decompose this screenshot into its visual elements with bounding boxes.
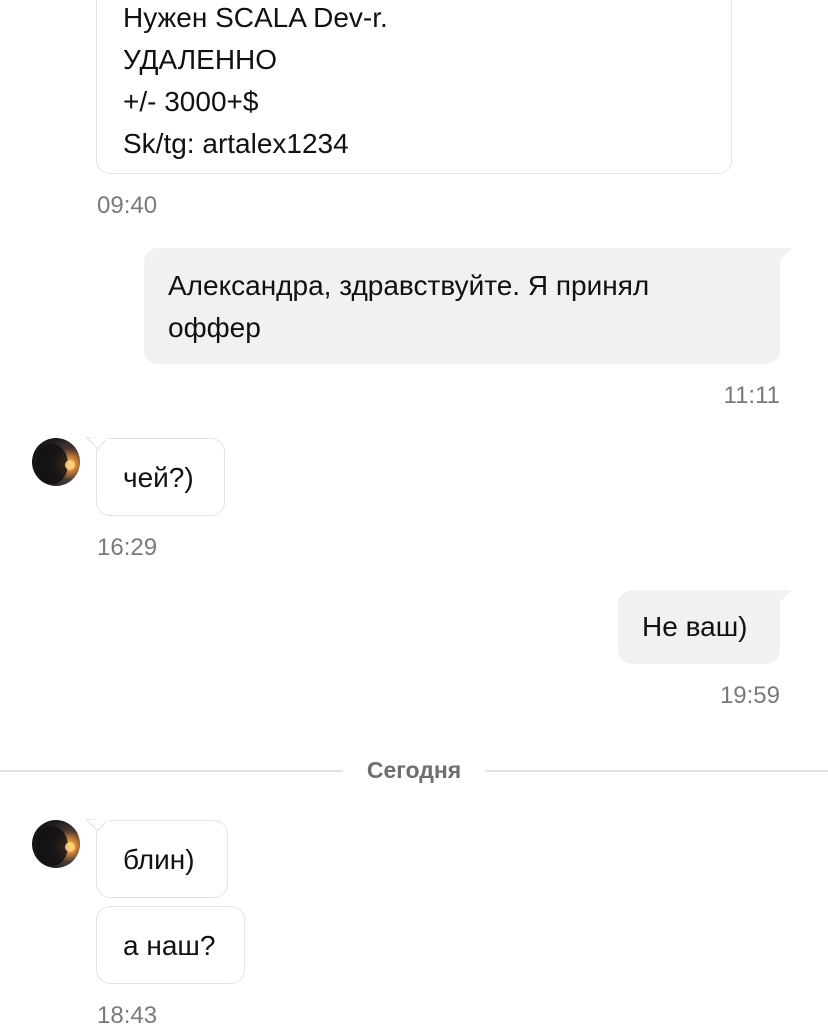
message-bubble-outgoing[interactable]: Не ваш)	[618, 590, 780, 664]
message-text-line: чей?)	[123, 462, 194, 493]
message-bubble-incoming[interactable]: а наш?	[96, 906, 245, 984]
bubble-tail-icon	[86, 819, 108, 831]
message-text-line: +/- 3000+$	[123, 86, 259, 117]
contact-avatar[interactable]	[32, 438, 80, 486]
message-bubble-outgoing[interactable]: Александра, здравствуйте. Я принял оффер	[144, 248, 780, 364]
message-text-line: Александра, здравствуйте. Я принял	[168, 270, 650, 301]
message-text-line: а наш?	[123, 930, 216, 961]
chat-thread[interactable]: Нужен SCALA Dev-r. УДАЛЕННО +/- 3000+$ S…	[0, 0, 828, 1029]
message-timestamp: 09:40	[97, 192, 158, 219]
message-text-line: оффер	[168, 312, 261, 343]
contact-avatar[interactable]	[32, 820, 80, 868]
divider-rule-right	[485, 770, 828, 772]
message-text-line: блин)	[123, 844, 195, 875]
message-bubble-incoming[interactable]: чей?)	[96, 438, 225, 516]
message-text-line: Sk/tg: artalex1234	[123, 128, 349, 159]
contact-avatar-icon	[36, 826, 75, 866]
message-bubble-incoming[interactable]: Нужен SCALA Dev-r. УДАЛЕННО +/- 3000+$ S…	[96, 0, 732, 174]
message-timestamp: 11:11	[723, 382, 781, 409]
date-divider: Сегодня	[0, 757, 828, 783]
message-text-line: Нужен SCALA Dev-r.	[123, 2, 388, 33]
message-text-line: Не ваш)	[642, 611, 748, 642]
message-timestamp: 16:29	[97, 534, 158, 561]
message-timestamp: 19:59	[719, 682, 780, 709]
message-text-line: УДАЛЕННО	[123, 44, 278, 75]
message-timestamp: 18:43	[97, 1002, 158, 1029]
contact-avatar-icon	[36, 444, 75, 484]
bubble-tail-icon	[86, 437, 108, 449]
message-bubble-incoming[interactable]: блин)	[96, 820, 228, 898]
bubble-tail-icon	[770, 590, 792, 602]
bubble-tail-icon	[770, 248, 792, 260]
